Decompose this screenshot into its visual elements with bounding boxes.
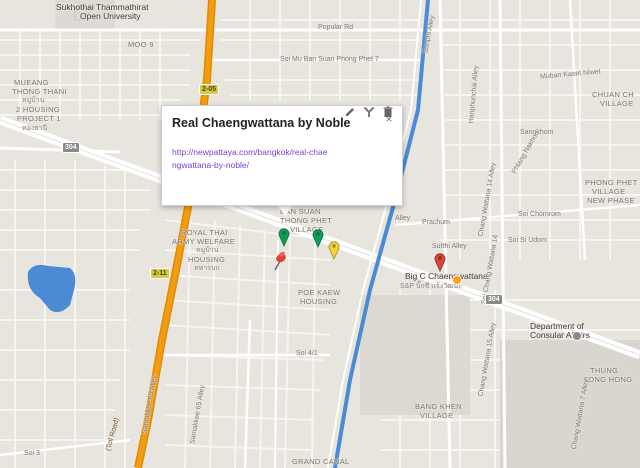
popup-link[interactable]: http://newpattaya.com/bangkok/real-chaen… bbox=[172, 146, 332, 172]
moo9-label: MOO 9 bbox=[128, 40, 154, 49]
royal-label-2: ARMY WELFARE bbox=[172, 237, 236, 246]
route-304-shield-1: 304 bbox=[62, 142, 80, 153]
red-marker[interactable] bbox=[434, 252, 446, 272]
big-c-label[interactable]: Big C Chaengwattana bbox=[405, 272, 488, 281]
soi-3-label: Soi 3 bbox=[24, 450, 40, 457]
phong-phet-label-1: PHONG PHET bbox=[585, 178, 638, 187]
popup-title: Real Chaengwattana by Noble bbox=[172, 116, 351, 130]
bang-khen-label-2: VILLAGE bbox=[420, 411, 454, 420]
phong-phet-label-3: NEW PHASE bbox=[587, 196, 635, 205]
pencil-icon[interactable] bbox=[344, 106, 356, 118]
yellow-marker[interactable] bbox=[328, 240, 340, 260]
poe-kaew-label-2: HOUSING bbox=[300, 297, 338, 306]
soi-si-udom-label: Soi Si Udom bbox=[508, 237, 547, 244]
info-popup: Real Chaengwattana by Noble × http://new… bbox=[161, 105, 403, 206]
soi-chomrom-label: Soi Chomrom bbox=[518, 211, 561, 218]
map-canvas[interactable]: Sukhothai Thammathirat Open University M… bbox=[0, 0, 640, 468]
government-poi-icon[interactable] bbox=[572, 331, 582, 341]
mueang-thai-2: ทองธานี bbox=[22, 125, 48, 132]
bang-khen-block bbox=[360, 295, 470, 415]
bang-khen-label-1: BANG KHEN bbox=[415, 402, 462, 411]
lake bbox=[27, 264, 76, 313]
sutthi-label: Sutthi Alley bbox=[432, 243, 467, 250]
chuan-label-1: CHUAN CH bbox=[592, 90, 634, 99]
green-marker-1[interactable] bbox=[278, 227, 290, 247]
alley-label: Alley bbox=[395, 215, 411, 222]
mueang-label-4: PROJECT 1 bbox=[17, 114, 61, 123]
mueang-label-3: 2 HOUSING bbox=[16, 105, 60, 114]
soi-4-1-label: Soi 4/1 bbox=[296, 350, 318, 357]
shopping-poi-icon[interactable] bbox=[452, 275, 462, 285]
grand-canal-label: GRAND CANAL bbox=[292, 457, 350, 466]
route-2-11-shield: 2-11 bbox=[150, 268, 170, 279]
mueang-label-2: THONG THANI bbox=[12, 87, 67, 96]
university-label-2: Open University bbox=[80, 11, 141, 21]
prachum-label: Prachum bbox=[422, 219, 451, 226]
trash-icon[interactable] bbox=[382, 106, 394, 118]
red-pushpin[interactable] bbox=[270, 250, 288, 272]
poe-kaew-label-1: POE KAEW bbox=[298, 288, 341, 297]
soi-mu-ban-label: Soi Mu Ban Suan Phong Phet 7 bbox=[280, 56, 379, 63]
popular-rd-label: Popular Rd bbox=[318, 24, 354, 31]
royal-label-1: ROYAL THAI bbox=[181, 228, 228, 237]
chuan-label-2: VILLAGE bbox=[600, 99, 634, 108]
royal-label-3: HOUSING bbox=[188, 255, 226, 264]
green-marker-2[interactable] bbox=[312, 228, 324, 248]
mueang-thai-1: หมู่บ้าน bbox=[22, 97, 45, 104]
route-2-05-shield: 2-05 bbox=[199, 84, 220, 95]
phong-phet-label-2: VILLAGE bbox=[592, 187, 626, 196]
mueang-label-1: MUEANG bbox=[14, 78, 49, 87]
style-icon[interactable] bbox=[363, 106, 375, 118]
route-304-shield-2: 304 bbox=[485, 294, 503, 305]
thung-song-label-1: THUNG bbox=[590, 366, 619, 375]
ban-suan-label-2: THONG PHET bbox=[280, 216, 333, 225]
royal-thai-1: หมู่บ้าน bbox=[196, 247, 219, 254]
royal-thai-2: ทหารบก bbox=[194, 265, 220, 272]
